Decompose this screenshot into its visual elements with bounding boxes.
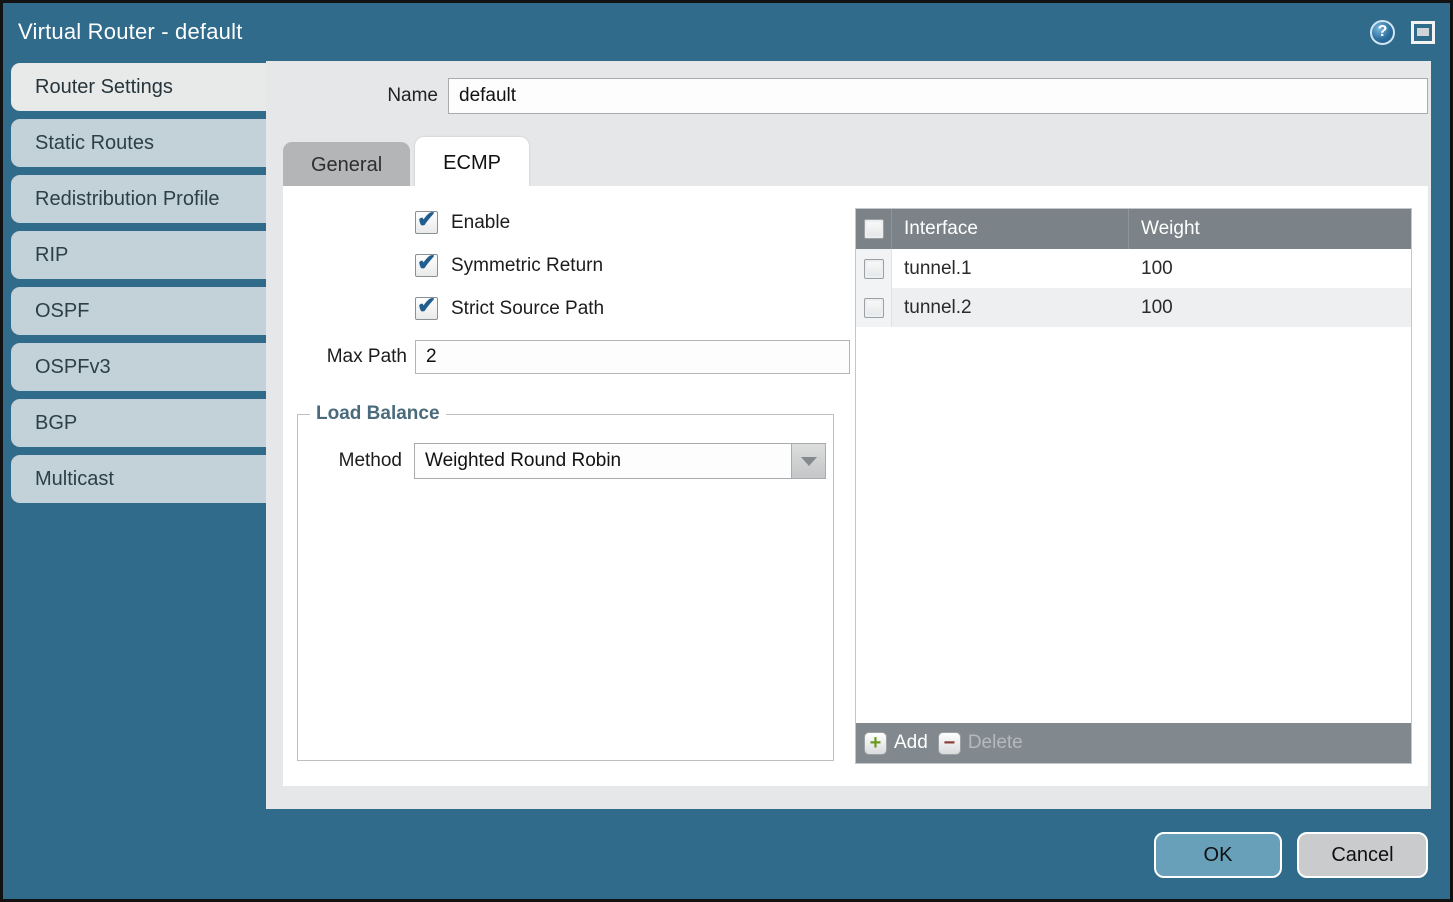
dialog-actions: OK Cancel [1154,832,1428,878]
sidebar: Router Settings Static Routes Redistribu… [3,63,266,511]
table-row[interactable]: tunnel.2 100 [856,288,1411,327]
delete-label: Delete [968,732,1023,754]
load-balance-group: Load Balance Method Weighted Round Robin [297,403,834,761]
enable-checkbox[interactable] [415,211,438,234]
row-checkbox[interactable] [864,259,884,279]
symmetric-return-label: Symmetric Return [451,255,603,277]
ecmp-tab-panel: Enable Symmetric Return Strict Source Pa… [283,186,1428,786]
sidebar-item-redistribution-profile[interactable]: Redistribution Profile [11,175,266,223]
symmetric-return-row: Symmetric Return [415,254,855,277]
delete-button[interactable]: − Delete [938,732,1023,755]
strict-source-path-checkbox[interactable] [415,297,438,320]
row-checkbox[interactable] [864,298,884,318]
sidebar-item-ospf[interactable]: OSPF [11,287,266,335]
max-path-input[interactable] [415,340,850,374]
tab-ecmp[interactable]: ECMP [415,137,529,189]
sidebar-item-bgp[interactable]: BGP [11,399,266,447]
interface-cell: tunnel.1 [892,249,1129,288]
strict-source-path-label: Strict Source Path [451,298,604,320]
virtual-router-dialog: Virtual Router - default ? Router Settin… [0,0,1453,902]
max-path-row: Max Path [283,340,855,374]
cancel-button[interactable]: Cancel [1297,832,1428,878]
select-all-checkbox[interactable] [864,219,884,239]
table-footer: + Add − Delete [856,723,1411,763]
table-empty-area [856,327,1411,723]
symmetric-return-checkbox[interactable] [415,254,438,277]
ok-button[interactable]: OK [1154,832,1282,878]
ecmp-form: Enable Symmetric Return Strict Source Pa… [283,186,855,374]
sidebar-item-multicast[interactable]: Multicast [11,455,266,503]
restore-window-icon-inner [1417,28,1429,36]
interface-column-header[interactable]: Interface [892,209,1129,249]
dialog-title: Virtual Router - default [18,19,243,45]
weight-column-header[interactable]: Weight [1129,209,1411,249]
sidebar-item-static-routes[interactable]: Static Routes [11,119,266,167]
interface-cell: tunnel.2 [892,288,1129,327]
restore-window-icon[interactable] [1411,21,1435,44]
header-checkbox-cell [856,209,892,249]
weight-cell: 100 [1129,249,1411,288]
main-panel: Name General ECMP Enable Symmetric Retur… [266,61,1431,809]
title-bar: Virtual Router - default ? [3,3,1450,61]
table-row[interactable]: tunnel.1 100 [856,249,1411,288]
sidebar-item-ospfv3[interactable]: OSPFv3 [11,343,266,391]
tab-general[interactable]: General [283,142,410,189]
row-checkbox-cell [856,249,892,288]
method-value: Weighted Round Robin [415,450,791,472]
name-input[interactable] [448,78,1428,114]
table-header: Interface Weight [856,209,1411,249]
add-button[interactable]: + Add [864,732,928,755]
method-row: Method Weighted Round Robin [298,443,833,479]
tab-strip: General ECMP [283,137,529,189]
sidebar-item-rip[interactable]: RIP [11,231,266,279]
add-label: Add [894,732,928,754]
strict-source-path-row: Strict Source Path [415,297,855,320]
sidebar-item-router-settings[interactable]: Router Settings [11,63,266,111]
weight-cell: 100 [1129,288,1411,327]
method-select[interactable]: Weighted Round Robin [414,443,826,479]
load-balance-legend: Load Balance [310,403,446,425]
max-path-label: Max Path [283,346,407,368]
chevron-down-icon [801,457,817,466]
enable-row: Enable [415,211,855,234]
dropdown-button[interactable] [791,444,825,478]
minus-icon: − [938,732,961,755]
interface-table: Interface Weight tunnel.1 100 tunnel.2 1… [855,208,1412,764]
plus-icon: + [864,732,887,755]
method-label: Method [298,450,402,472]
name-row: Name [266,78,1428,114]
row-checkbox-cell [856,288,892,327]
enable-label: Enable [451,212,510,234]
help-icon[interactable]: ? [1370,20,1395,45]
name-label: Name [387,85,438,107]
